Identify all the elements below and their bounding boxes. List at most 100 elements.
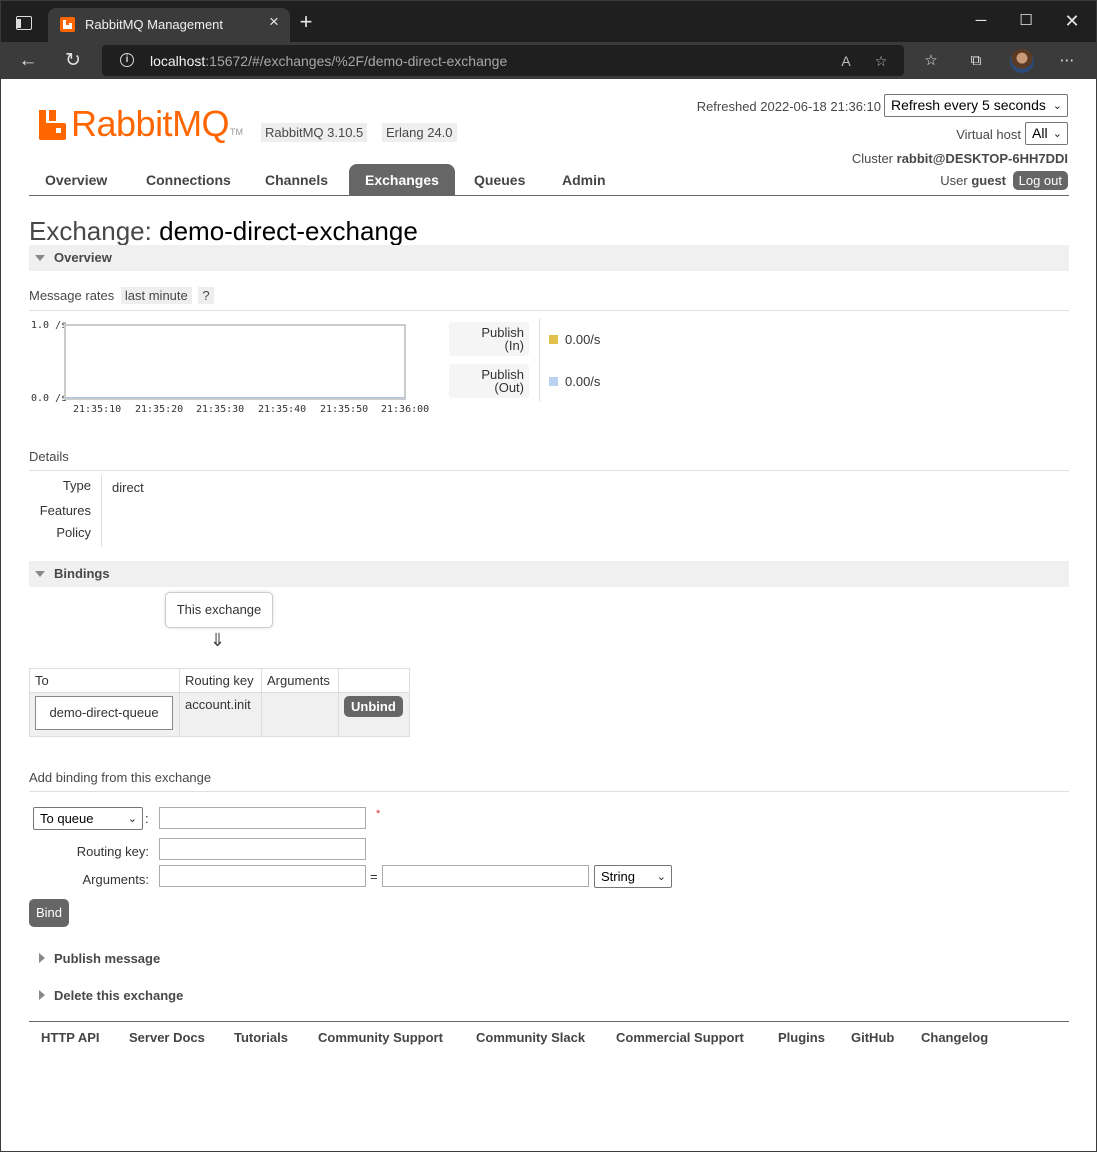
tab-overview[interactable]: Overview [29,164,123,196]
footer-link-plugins[interactable]: Plugins [778,1030,825,1045]
details-divider [101,475,102,547]
url-field[interactable]: i localhost:15672/#/exchanges/%2F/demo-d… [102,45,904,76]
tab-admin[interactable]: Admin [546,164,622,196]
footer-link-community-support[interactable]: Community Support [318,1030,443,1045]
this-exchange-box: This exchange [165,592,273,628]
browser-tab[interactable]: RabbitMQ Management × [48,8,290,42]
site-info-icon[interactable]: i [120,53,134,67]
binding-routing-key: account.init [179,692,262,737]
tab-actions-icon[interactable] [16,16,32,30]
tab-exchanges[interactable]: Exchanges [349,164,455,196]
exchange-name: demo-direct-exchange [159,216,418,246]
column-header-routing-key: Routing key [179,668,262,693]
argument-value-input[interactable] [382,865,589,887]
tab-queues[interactable]: Queues [458,164,541,196]
logout-button[interactable]: Log out [1012,171,1068,190]
table-header-row: To Routing key Arguments [29,668,410,693]
user-label: User [940,173,968,188]
logo-trademark: TM [230,127,243,137]
erlang-version-badge: Erlang 24.0 [382,123,457,142]
publish-in-label: Publish (In) [449,322,529,356]
x-tick-label: 21:35:40 [258,404,307,415]
chevron-down-icon: ⌄ [1052,100,1062,112]
back-icon[interactable]: ← [16,49,40,73]
add-binding-header: Add binding from this exchange [29,770,1069,792]
tab-connections[interactable]: Connections [130,164,247,196]
footer-link-community-slack[interactable]: Community Slack [476,1030,585,1045]
bindings-table: To Routing key Arguments demo-direct-que… [29,668,410,737]
y-tick-label: 0.0 /s [31,393,68,404]
required-marker: * [376,808,381,820]
publish-out-swatch[interactable] [549,377,558,386]
destination-type-select[interactable]: To queue ⌄ [33,807,143,830]
binding-destination-link[interactable]: demo-direct-queue [35,696,173,730]
vhost-select[interactable]: All ⌄ [1025,122,1068,145]
logo-wordmark: RabbitMQ [71,103,230,144]
page-title-prefix: Exchange: [29,216,152,246]
overview-section-toggle[interactable]: Overview [29,245,1069,271]
collections-icon[interactable]: ⧉ [965,50,987,72]
footer: HTTP API Server Docs Tutorials Community… [29,1021,1069,1051]
details-header: Details [29,449,1069,471]
equals-sign: = [370,869,378,884]
type-key: Type [62,478,91,493]
publish-in-value: 0.00/s [565,332,601,347]
publish-message-section-toggle[interactable]: Publish message [29,947,1069,971]
more-options-icon[interactable]: ⋯ [1056,50,1078,72]
argument-key-input[interactable] [159,865,366,887]
favorites-icon[interactable]: ☆ [920,50,942,72]
destination-input[interactable] [159,807,366,829]
refresh-interval-select[interactable]: Refresh every 5 seconds ⌄ [884,94,1068,117]
delete-exchange-section-toggle[interactable]: Delete this exchange [29,984,1069,1008]
publish-out-value: 0.00/s [565,374,601,389]
footer-link-server-docs[interactable]: Server Docs [129,1030,205,1045]
publish-in-label-line2: (In) [504,338,525,353]
type-value: direct [112,480,144,495]
rates-help-button[interactable]: ? [198,287,214,304]
footer-link-http-api[interactable]: HTTP API [41,1030,100,1045]
x-tick-label: 21:35:50 [320,404,369,415]
vhost-label: Virtual host [956,127,1021,142]
rabbitmq-version-badge: RabbitMQ 3.10.5 [261,123,368,142]
tab-channels[interactable]: Channels [249,164,344,196]
footer-link-changelog[interactable]: Changelog [921,1030,988,1045]
refresh-interval-value: Refresh every 5 seconds [891,97,1046,113]
page-title: Exchange: demo-direct-exchange [29,216,418,247]
overview-section-title: Overview [54,250,112,265]
argument-type-select[interactable]: String ⌄ [594,865,672,888]
new-tab-icon[interactable]: + [296,11,316,33]
footer-link-tutorials[interactable]: Tutorials [234,1030,288,1045]
url-text: localhost:15672/#/exchanges/%2F/demo-dir… [150,53,508,69]
chart-plot-area [64,324,406,400]
read-aloud-icon[interactable]: A [836,51,856,71]
user-name: guest [971,173,1006,188]
publish-in-swatch[interactable] [549,335,558,344]
collapse-icon [35,571,45,577]
rates-range-selector[interactable]: last minute [120,287,192,304]
footer-link-commercial-support[interactable]: Commercial Support [616,1030,744,1045]
footer-link-github[interactable]: GitHub [851,1030,894,1045]
x-tick-label: 21:35:30 [196,404,245,415]
bindings-section-title: Bindings [54,566,110,581]
minimize-icon[interactable]: ─ [970,10,992,32]
close-window-icon[interactable]: ✕ [1061,10,1083,32]
profile-avatar[interactable] [1010,49,1034,73]
policy-key: Policy [56,525,91,540]
arguments-label: Arguments: [82,872,149,887]
maximize-icon[interactable]: ☐ [1015,10,1037,32]
column-header-to: To [29,668,180,693]
reload-icon[interactable]: ↻ [61,49,85,73]
address-bar: ← ↻ i localhost:15672/#/exchanges/%2F/de… [0,42,1097,79]
add-favorite-icon[interactable]: ☆ [871,51,891,71]
main-nav: Overview Connections Channels Exchanges … [29,164,1069,196]
tab-close-icon[interactable]: × [265,13,283,31]
publish-in-rate: 0.00/s [549,332,600,347]
vhost-value: All [1032,125,1048,141]
column-header-action [338,668,410,693]
bindings-section-toggle[interactable]: Bindings [29,561,1069,587]
destination-colon: : [145,811,149,826]
unbind-button[interactable]: Unbind [344,696,403,717]
bind-button[interactable]: Bind [29,899,70,927]
routing-key-input[interactable] [159,838,366,860]
message-rates-header: Message rates last minute ? [29,287,1069,311]
